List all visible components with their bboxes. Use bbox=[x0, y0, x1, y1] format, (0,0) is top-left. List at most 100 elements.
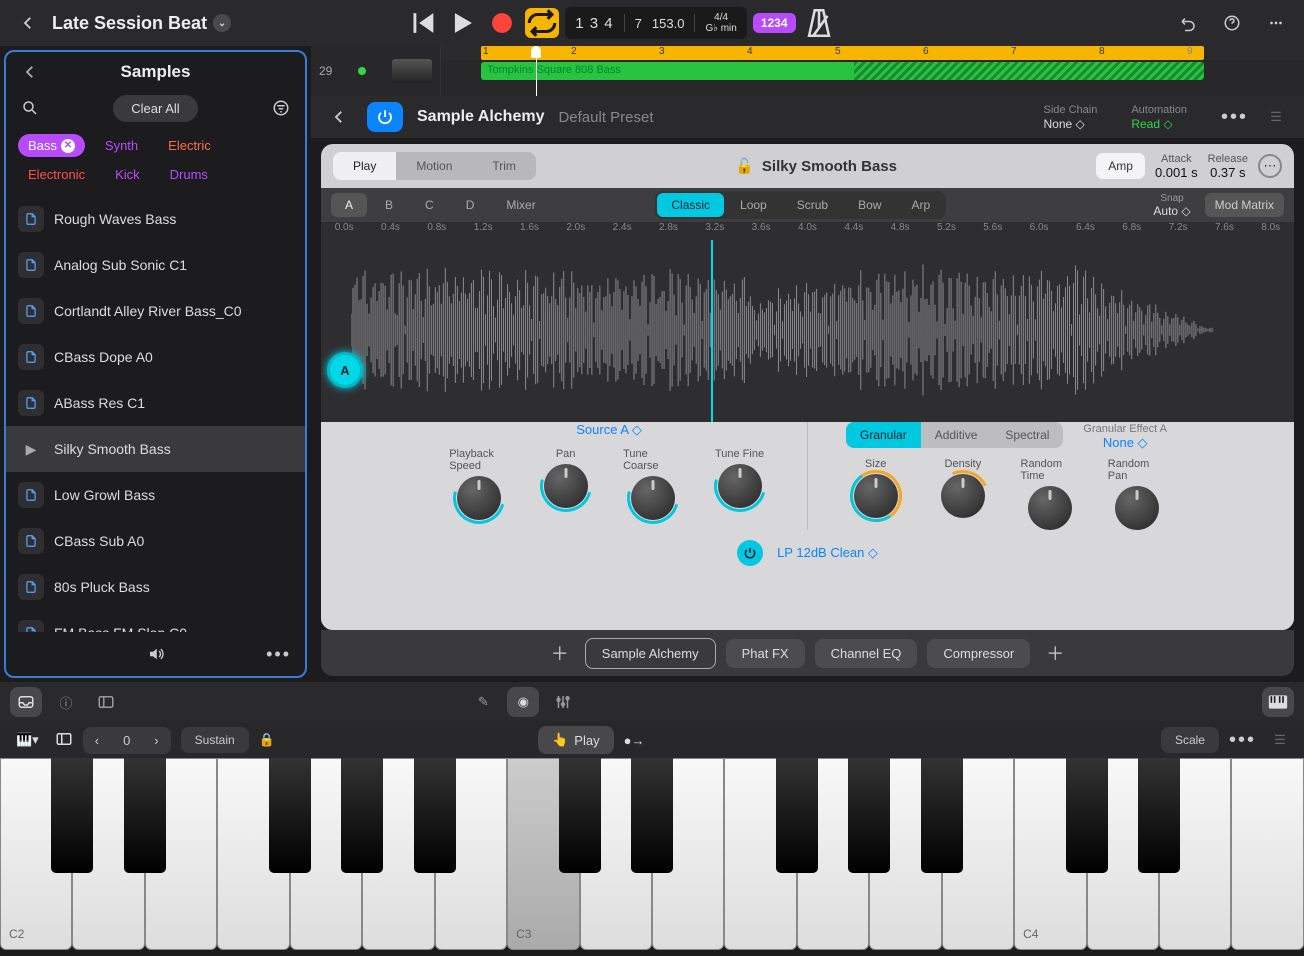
oct-up-icon[interactable]: › bbox=[142, 727, 170, 754]
plugin-more-icon[interactable]: ••• bbox=[1221, 106, 1248, 129]
filter-icon[interactable] bbox=[267, 94, 295, 122]
sample-row[interactable]: 80s Pluck Bass bbox=[6, 564, 305, 610]
black-key[interactable] bbox=[341, 758, 383, 873]
white-key[interactable] bbox=[1231, 758, 1303, 950]
black-key[interactable] bbox=[414, 758, 456, 873]
mod-matrix-button[interactable]: Mod Matrix bbox=[1205, 193, 1284, 217]
lock-icon[interactable]: 🔒 bbox=[259, 732, 275, 748]
sample-row[interactable]: Cortlandt Alley River Bass_C0 bbox=[6, 288, 305, 334]
kbd-drag-icon[interactable]: ☰ bbox=[1266, 726, 1294, 754]
knob-random-time[interactable] bbox=[1028, 486, 1072, 530]
keyboard-mode-icon[interactable]: 🎹▾ bbox=[10, 732, 45, 748]
remove-tag-icon[interactable]: ✕ bbox=[61, 139, 75, 153]
seg-spectral[interactable]: Spectral bbox=[991, 422, 1063, 448]
attack[interactable]: Attack0.001 s bbox=[1155, 153, 1198, 179]
sample-row[interactable]: ABass Res C1 bbox=[6, 380, 305, 426]
metronome-icon[interactable] bbox=[802, 8, 836, 38]
src-b[interactable]: B bbox=[371, 193, 407, 217]
black-key[interactable] bbox=[51, 758, 93, 873]
preset-name[interactable]: Default Preset bbox=[558, 109, 653, 126]
play-icon[interactable] bbox=[445, 8, 479, 38]
filter-power-icon[interactable] bbox=[737, 540, 763, 566]
drag-handle-icon[interactable]: ☰ bbox=[1262, 103, 1290, 131]
scale-button[interactable]: Scale bbox=[1161, 727, 1219, 753]
src-mixer[interactable]: Mixer bbox=[492, 193, 549, 217]
black-key[interactable] bbox=[921, 758, 963, 873]
chevron-down-icon[interactable]: ⌄ bbox=[213, 14, 231, 32]
sample-row[interactable]: Rough Waves Bass bbox=[6, 196, 305, 242]
info-icon[interactable]: ⓘ bbox=[50, 687, 82, 717]
sample-row[interactable]: CBass Sub A0 bbox=[6, 518, 305, 564]
seg-additive[interactable]: Additive bbox=[921, 422, 992, 448]
volume-icon[interactable] bbox=[142, 640, 170, 668]
keyboard-icon[interactable] bbox=[1262, 687, 1294, 717]
black-key[interactable] bbox=[124, 758, 166, 873]
count-in-badge[interactable]: 1234 bbox=[753, 13, 796, 33]
timeline[interactable]: 1 2 3 4 5 6 7 8 9 Tompkins Square 808 Ba… bbox=[441, 46, 1304, 96]
sample-row[interactable]: FM Bass FM Slap C0 bbox=[6, 610, 305, 632]
search-icon[interactable] bbox=[16, 94, 44, 122]
record-icon[interactable] bbox=[485, 8, 519, 38]
glissando-icon[interactable]: ●→ bbox=[624, 733, 645, 748]
knob-tune-coarse[interactable] bbox=[631, 476, 675, 520]
plugin-back-icon[interactable] bbox=[325, 103, 353, 131]
kbd-more-icon[interactable]: ••• bbox=[1229, 729, 1256, 752]
black-key[interactable] bbox=[559, 758, 601, 873]
sample-list[interactable]: Rough Waves BassAnalog Sub Sonic C1Cortl… bbox=[6, 196, 305, 632]
tag-electric[interactable]: Electric bbox=[158, 134, 221, 157]
src-a[interactable]: A bbox=[331, 193, 367, 217]
mixer-icon[interactable] bbox=[547, 687, 579, 717]
go-to-start-icon[interactable] bbox=[405, 8, 439, 38]
oct-down-icon[interactable]: ‹ bbox=[83, 727, 111, 754]
amp-button[interactable]: Amp bbox=[1096, 153, 1145, 179]
sustain-button[interactable]: Sustain bbox=[181, 727, 249, 753]
plugin-name[interactable]: Sample Alchemy bbox=[417, 108, 544, 126]
cycle-range[interactable] bbox=[481, 46, 1204, 60]
src-c[interactable]: C bbox=[411, 193, 448, 217]
black-key[interactable] bbox=[631, 758, 673, 873]
split-icon[interactable] bbox=[55, 730, 73, 751]
mode-trim[interactable]: Trim bbox=[472, 152, 536, 180]
sidebar-back-icon[interactable] bbox=[16, 58, 44, 86]
fx-slot-1[interactable]: Phat FX bbox=[726, 639, 805, 668]
snap[interactable]: SnapAuto ◇ bbox=[1153, 193, 1190, 217]
black-key[interactable] bbox=[848, 758, 890, 873]
env-more-icon[interactable]: ⋯ bbox=[1258, 154, 1282, 178]
automation-mode[interactable]: AutomationRead ◇ bbox=[1131, 103, 1187, 131]
fx-slot-0[interactable]: Sample Alchemy bbox=[585, 638, 716, 669]
tag-electronic[interactable]: Electronic bbox=[18, 163, 95, 186]
sidechain[interactable]: Side ChainNone ◇ bbox=[1044, 103, 1098, 131]
black-key[interactable] bbox=[776, 758, 818, 873]
wave-cursor[interactable] bbox=[711, 240, 713, 422]
lcd-display[interactable]: 1 3 4 7 153.0 4/4G♭ min bbox=[565, 7, 747, 39]
piano-keyboard[interactable]: C2C3C4 bbox=[0, 758, 1304, 950]
back-chevron-icon[interactable] bbox=[14, 9, 42, 37]
more-icon[interactable] bbox=[1262, 9, 1290, 37]
fx-slot-2[interactable]: Channel EQ bbox=[815, 639, 918, 668]
source-a-select[interactable]: Source A ◇ bbox=[576, 422, 642, 438]
black-key[interactable] bbox=[269, 758, 311, 873]
fx-add-left-icon[interactable]: ＋ bbox=[545, 640, 575, 666]
seg-granular[interactable]: Granular bbox=[846, 422, 921, 448]
source-handle-a[interactable]: A bbox=[327, 352, 363, 388]
release[interactable]: Release0.37 s bbox=[1208, 153, 1248, 179]
fx-add-right-icon[interactable]: ＋ bbox=[1040, 640, 1070, 666]
knob-size[interactable] bbox=[854, 474, 898, 518]
sidebar-more-icon[interactable]: ••• bbox=[266, 644, 291, 665]
tag-synth[interactable]: Synth bbox=[95, 134, 148, 157]
knob-tune-fine[interactable] bbox=[718, 464, 762, 508]
black-key[interactable] bbox=[1138, 758, 1180, 873]
knob-pan[interactable] bbox=[544, 464, 588, 508]
sample-row[interactable]: Analog Sub Sonic C1 bbox=[6, 242, 305, 288]
knob-density[interactable] bbox=[941, 474, 985, 518]
mode-classic[interactable]: Classic bbox=[657, 193, 724, 217]
knob-playback-speed[interactable] bbox=[457, 476, 501, 520]
waveform-area[interactable]: 0.0s0.4s0.8s1.2s1.6s2.0s2.4s2.8s3.2s3.6s… bbox=[321, 222, 1294, 422]
tag-bass[interactable]: Bass✕ bbox=[18, 134, 85, 157]
play-mode-button[interactable]: 👆Play bbox=[538, 726, 613, 754]
filter-type[interactable]: LP 12dB Clean ◇ bbox=[777, 545, 878, 561]
src-d[interactable]: D bbox=[452, 193, 489, 217]
mode-loop[interactable]: Loop bbox=[726, 193, 781, 217]
knob-random-pan[interactable] bbox=[1115, 486, 1159, 530]
inbox-icon[interactable] bbox=[10, 687, 42, 717]
